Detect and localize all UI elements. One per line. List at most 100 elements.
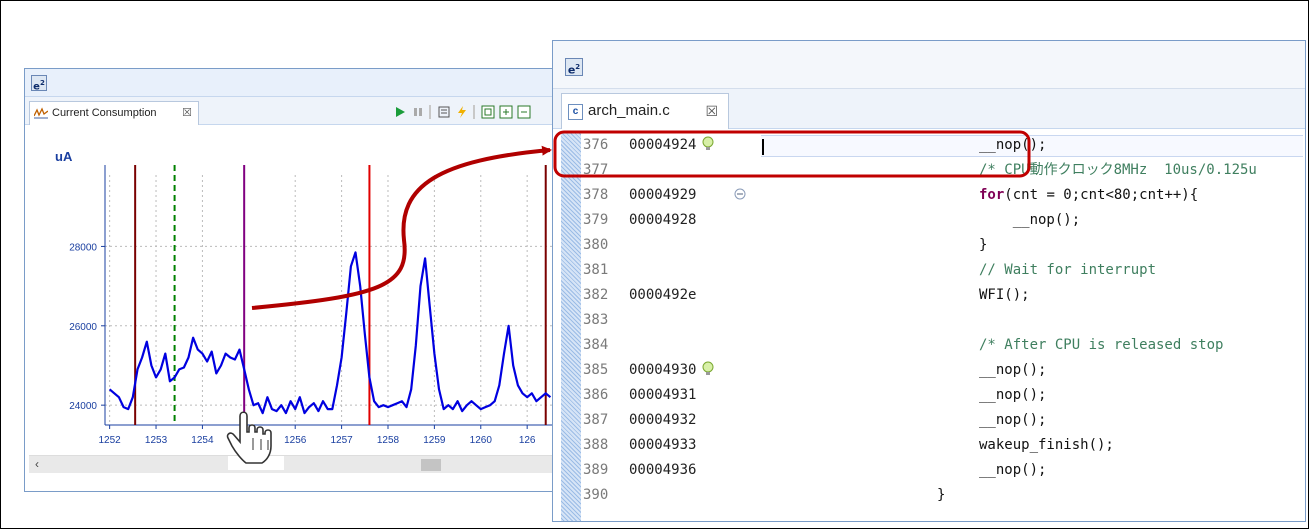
code-text: __nop(); <box>979 412 1047 428</box>
pause-icon[interactable] <box>411 105 425 119</box>
code-text: WFI(); <box>979 287 1030 303</box>
code-text: __nop(); <box>979 462 1047 478</box>
y-tick-label: 24000 <box>69 401 97 412</box>
code-line[interactable]: 390} <box>583 483 1303 508</box>
scroll-left-arrow-icon[interactable]: ‹ <box>35 457 39 471</box>
code-text: __nop(); <box>979 362 1047 378</box>
e2-studio-logo-icon: e2 <box>31 75 47 92</box>
line-number: 383 <box>583 312 609 328</box>
line-number: 386 <box>583 387 609 403</box>
line-number: 379 <box>583 212 609 228</box>
code-line[interactable]: 376 00004924 __nop(); <box>583 133 1303 158</box>
code-text: for(cnt = 0;cnt<80;cnt++){ <box>979 187 1199 203</box>
tab-label: arch_main.c <box>588 102 670 119</box>
x-tick-label: 126 <box>519 435 536 446</box>
line-number: 385 <box>583 362 609 378</box>
code-line[interactable]: 384 /* After CPU is released stop <box>583 333 1303 358</box>
x-tick-label: 1260 <box>470 435 493 446</box>
y-axis-label: uA <box>55 149 73 164</box>
lightbulb-icon[interactable] <box>701 358 715 383</box>
code-address: 00004931 <box>629 387 697 403</box>
code-editor[interactable]: 376 00004924 __nop(); 377 /* CPU動作クロック8MHz 1… <box>553 129 1305 521</box>
line-number: 380 <box>583 237 609 253</box>
current-series-line <box>108 251 552 415</box>
code-text: __nop(); <box>979 387 1047 403</box>
text-caret <box>762 139 764 155</box>
zoom-fit-icon[interactable] <box>481 105 495 119</box>
code-line[interactable]: 379 00004928 __nop(); <box>583 208 1303 233</box>
code-text: __nop(); <box>979 137 1047 153</box>
current-consumption-chart[interactable]: uA 1252 1253 1254 1256 1257 1258 1259 1260 126 240… <box>25 125 563 455</box>
code-line[interactable]: 378 00004929 for(cnt = 0;cnt<80;cnt++){ <box>583 183 1303 208</box>
code-line[interactable]: 381 // Wait for interrupt <box>583 258 1303 283</box>
x-tick-label: 1252 <box>99 435 122 446</box>
code-text: wakeup_finish(); <box>979 437 1114 453</box>
x-tick-label: 1254 <box>191 435 214 446</box>
code-line[interactable]: 380} <box>583 233 1303 258</box>
tab-label: Current Consumption <box>52 107 157 119</box>
code-text: // Wait for interrupt <box>979 262 1157 278</box>
line-number: 382 <box>583 287 609 303</box>
zoom-in-icon[interactable] <box>499 105 513 119</box>
code-text: } <box>979 237 988 253</box>
code-line[interactable]: 377 /* CPU動作クロック8MHz 10us/0.125u <box>583 158 1303 183</box>
code-address: 00004936 <box>629 462 697 478</box>
line-number: 389 <box>583 462 609 478</box>
waveform-icon <box>34 107 48 119</box>
lightbulb-icon[interactable] <box>701 133 715 158</box>
line-number: 390 <box>583 487 609 503</box>
close-icon[interactable]: ☒ <box>705 94 718 128</box>
toolbar-separator <box>473 105 475 119</box>
code-address: 00004928 <box>629 212 697 228</box>
code-line[interactable]: 389 00004936 __nop(); <box>583 458 1303 483</box>
toolbar-separator <box>429 105 431 119</box>
code-line[interactable]: 388 00004933 wakeup_finish(); <box>583 433 1303 458</box>
flash-icon[interactable] <box>455 105 469 119</box>
code-line[interactable]: 383 <box>583 308 1303 333</box>
line-number: 378 <box>583 187 609 203</box>
left-window-tabbar: Current Consumption ☒ <box>25 97 563 125</box>
c-file-icon: c <box>568 104 583 120</box>
current-consumption-window: e2 Current Consumption ☒ uA 1252 1253 12… <box>24 68 564 492</box>
code-line[interactable]: 385 00004930 __nop(); <box>583 358 1303 383</box>
right-window-tabbar: c arch_main.c ☒ <box>553 89 1305 129</box>
line-number: 387 <box>583 412 609 428</box>
line-number: 381 <box>583 262 609 278</box>
left-window-titlebar: e2 <box>25 69 563 97</box>
x-tick-label: 1257 <box>330 435 353 446</box>
x-tick-label: 1256 <box>284 435 307 446</box>
e2-studio-logo-icon: e2 <box>565 58 583 77</box>
x-tick-label: 1259 <box>423 435 446 446</box>
code-text: } <box>937 487 946 503</box>
tab-arch-main-c[interactable]: c arch_main.c ☒ <box>561 93 729 129</box>
editor-left-ruler <box>561 133 581 521</box>
code-line[interactable]: 387 00004932 __nop(); <box>583 408 1303 433</box>
y-tick-label: 26000 <box>69 322 97 333</box>
code-address: 00004932 <box>629 412 697 428</box>
code-address: 0000492e <box>629 287 697 303</box>
line-number: 384 <box>583 337 609 353</box>
code-text: __nop(); <box>979 212 1081 228</box>
close-icon[interactable]: ☒ <box>182 102 192 124</box>
right-window-titlebar: e2 <box>553 41 1305 89</box>
horizontal-scrollbar[interactable]: ‹ <box>29 455 557 473</box>
code-address: 00004930 <box>629 362 697 378</box>
line-number: 388 <box>583 437 609 453</box>
scrollbar-thumb[interactable] <box>421 459 441 471</box>
chart-svg: uA 1252 1253 1254 1256 1257 1258 1259 1260 126 240… <box>55 149 555 446</box>
tab-current-consumption[interactable]: Current Consumption ☒ <box>29 101 199 125</box>
zoom-out-icon[interactable] <box>517 105 531 119</box>
y-tick-label: 28000 <box>69 242 97 253</box>
fold-collapse-icon[interactable] <box>733 183 747 208</box>
line-number: 376 <box>583 137 609 153</box>
x-tick-label: 1258 <box>377 435 400 446</box>
code-line[interactable]: 386 00004931 __nop(); <box>583 383 1303 408</box>
code-text: /* CPU動作クロック8MHz 10us/0.125u <box>979 162 1257 178</box>
code-editor-window: e2 c arch_main.c ☒ 376 00004924 __nop(); 37… <box>552 40 1306 522</box>
record-icon[interactable] <box>437 105 451 119</box>
run-icon[interactable] <box>393 105 407 119</box>
line-number: 377 <box>583 162 609 178</box>
code-line[interactable]: 382 0000492e WFI(); <box>583 283 1303 308</box>
code-address: 00004933 <box>629 437 697 453</box>
x-tick-label: 1253 <box>145 435 168 446</box>
